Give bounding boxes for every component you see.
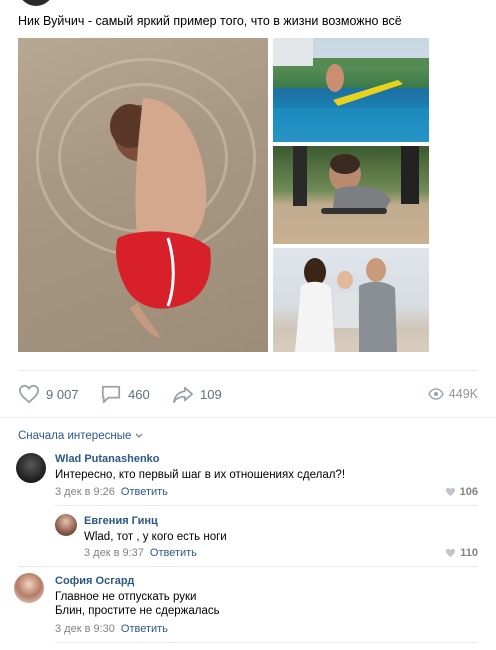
share-icon [173,386,193,404]
comment-like-button[interactable]: 110 [445,547,478,559]
comment-divider [55,505,478,506]
post-photo-main[interactable] [18,38,268,352]
surf-scene [273,38,429,142]
comment-date[interactable]: 3 дек в 9:30 [55,623,115,635]
post-text: Ник Вуйчич - самый яркий пример того, чт… [18,14,402,28]
comments-sort-label: Сначала интересные [18,430,132,442]
reply-button[interactable]: Ответить [121,623,168,635]
chevron-down-icon [135,433,143,438]
person-figure [110,98,211,338]
comment-button[interactable]: 460 [100,383,150,405]
comment-count: 460 [128,386,150,402]
comment-item: Евгения Гинц Wlad, тот , у кого есть ног… [0,512,496,564]
comment-like-button[interactable]: 106 [445,486,478,498]
comment-meta: 3 дек в 9:26 Ответить [55,486,168,498]
comment-divider [18,566,478,567]
comment-author[interactable]: Wlad Putanashenko [55,453,160,465]
comment-like-count: 106 [459,486,478,498]
comment-icon [101,385,121,404]
comment-item: София Осгард Главное не отпускать руки Б… [0,573,496,639]
comment-like-count: 110 [460,547,478,559]
comment-text-line: Главное не отпускать руки [55,591,197,603]
comment-date[interactable]: 3 дек в 9:26 [55,486,115,498]
reply-button[interactable]: Ответить [150,547,197,559]
skateboard-scene [293,146,419,214]
comment-meta: 3 дек в 9:30 Ответить [55,623,168,635]
views-count: 449K [448,387,478,401]
like-count: 9 007 [46,386,79,402]
comment-text: Wlad, тот , у кого есть ноги [84,531,227,543]
heart-icon [446,548,456,558]
comment-author[interactable]: София Осгард [55,575,134,587]
comment-text: Интересно, кто первый шаг в их отношения… [55,469,346,481]
comment-item: Wlad Putanashenko Интересно, кто первый … [0,450,496,502]
avatar[interactable] [16,453,46,483]
heart-icon [18,384,40,404]
views-counter: 449K [428,383,478,405]
reply-button[interactable]: Ответить [121,486,168,498]
comments-sort-dropdown[interactable]: Сначала интересные [18,430,143,442]
comment-meta: 3 дек в 9:37 Ответить [84,547,197,559]
eye-icon [428,388,444,400]
post-author-avatar[interactable] [18,0,54,6]
avatar[interactable] [55,514,77,536]
avatar[interactable] [14,573,44,603]
share-button[interactable]: 109 [172,383,222,405]
comment-author[interactable]: Евгения Гинц [84,515,158,527]
family-scene [295,258,397,352]
comment-divider [55,642,478,643]
share-count: 109 [200,386,222,402]
like-button[interactable]: 9 007 [18,383,79,405]
post-actions: 9 007 460 109 449K [18,383,478,405]
post-divider [18,370,478,371]
actions-divider [0,417,496,418]
comment-date[interactable]: 3 дек в 9:37 [84,547,144,559]
post-photo-family[interactable] [273,248,429,352]
heart-icon [445,487,455,497]
post-photo-surfing[interactable] [273,38,429,142]
comment-text-line: Блин, простите не сдержалась [55,605,220,617]
post-photo-skateboard[interactable] [273,146,429,244]
